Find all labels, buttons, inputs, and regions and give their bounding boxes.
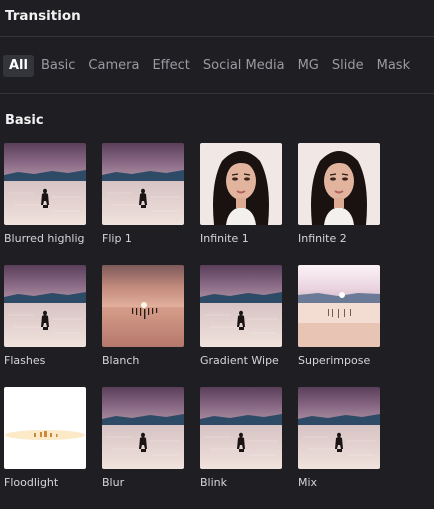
transition-thumbnail[interactable] bbox=[200, 387, 282, 469]
transition-card-infinite-2[interactable]: Infinite 2 bbox=[298, 143, 380, 265]
transition-card-superimpose[interactable]: Superimpose bbox=[298, 265, 380, 387]
tab-mask[interactable]: Mask bbox=[371, 55, 416, 77]
transition-card-flip-1[interactable]: Flip 1 bbox=[102, 143, 184, 265]
header-divider bbox=[0, 36, 434, 37]
transition-label: Infinite 1 bbox=[200, 232, 249, 245]
transition-label: Floodlight bbox=[4, 476, 59, 489]
transition-thumbnail[interactable] bbox=[102, 387, 184, 469]
transition-card-gradient-wipe[interactable]: Gradient Wipe bbox=[200, 265, 282, 387]
transition-thumbnail[interactable] bbox=[102, 143, 184, 225]
transition-card-blink[interactable]: Blink bbox=[200, 387, 282, 509]
transition-card-blurred-highlig[interactable]: Blurred highlig bbox=[4, 143, 86, 265]
transition-label: Superimpose bbox=[298, 354, 371, 367]
transition-thumbnail[interactable] bbox=[4, 143, 86, 225]
transition-card-floodlight[interactable]: Floodlight bbox=[4, 387, 86, 509]
transition-card-blur[interactable]: Blur bbox=[102, 387, 184, 509]
tab-mg[interactable]: MG bbox=[292, 55, 325, 77]
tab-slide[interactable]: Slide bbox=[326, 55, 370, 77]
transition-label: Flip 1 bbox=[102, 232, 132, 245]
transition-label: Infinite 2 bbox=[298, 232, 347, 245]
transition-thumbnail[interactable] bbox=[4, 387, 86, 469]
transition-thumbnail[interactable] bbox=[298, 143, 380, 225]
transition-card-mix[interactable]: Mix bbox=[298, 387, 380, 509]
transition-label: Mix bbox=[298, 476, 318, 489]
transition-label: Gradient Wipe bbox=[200, 354, 279, 367]
tabs-divider bbox=[0, 93, 434, 94]
tab-all[interactable]: All bbox=[3, 54, 34, 77]
transition-card-blanch[interactable]: Blanch bbox=[102, 265, 184, 387]
transition-card-flashes[interactable]: Flashes bbox=[4, 265, 86, 387]
transition-thumbnail[interactable] bbox=[4, 265, 86, 347]
tab-social-media[interactable]: Social Media bbox=[197, 55, 291, 77]
section-title: Basic bbox=[5, 113, 44, 128]
panel-title: Transition bbox=[5, 8, 81, 24]
transition-thumbnail[interactable] bbox=[200, 143, 282, 225]
transition-thumbnail[interactable] bbox=[200, 265, 282, 347]
tab-basic[interactable]: Basic bbox=[35, 55, 81, 77]
transition-label: Blur bbox=[102, 476, 125, 489]
transition-grid: Blurred highlig Flip 1 Infinite 1 Infini… bbox=[4, 143, 380, 509]
transition-thumbnail[interactable] bbox=[298, 265, 380, 347]
transition-thumbnail[interactable] bbox=[298, 387, 380, 469]
tab-effect[interactable]: Effect bbox=[146, 55, 195, 77]
transition-label: Blurred highlig bbox=[4, 232, 85, 245]
transition-card-infinite-1[interactable]: Infinite 1 bbox=[200, 143, 282, 265]
transition-label: Blink bbox=[200, 476, 228, 489]
transition-label: Flashes bbox=[4, 354, 46, 367]
category-tabs: All Basic Camera Effect Social Media MG … bbox=[3, 53, 417, 78]
tab-camera[interactable]: Camera bbox=[82, 55, 145, 77]
transition-thumbnail[interactable] bbox=[102, 265, 184, 347]
transition-label: Blanch bbox=[102, 354, 140, 367]
